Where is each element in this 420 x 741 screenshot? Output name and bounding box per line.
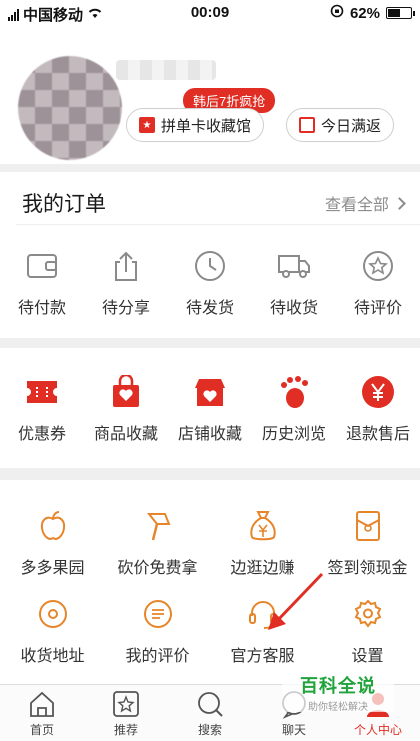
nav-search[interactable]: 搜索	[168, 685, 252, 741]
nav-label: 聊天	[281, 723, 306, 737]
share-icon	[108, 248, 144, 284]
collection-pill-button[interactable]: ★ 拼单卡收藏馆	[126, 108, 265, 142]
service-label: 收货地址	[20, 648, 85, 665]
chevron-right-icon	[393, 196, 406, 210]
order-pending-review[interactable]: 待评价	[336, 248, 420, 318]
daily-rebate-pill-button[interactable]: 今日满返	[286, 108, 395, 142]
shortcut-refund-aftersales[interactable]: 退款售后	[336, 374, 420, 444]
nav-label: 搜索	[197, 723, 222, 737]
service-label: 多多果园	[20, 560, 85, 577]
shortcut-product-favorites[interactable]: 商品收藏	[84, 374, 168, 444]
nav-recommend[interactable]: 推荐	[84, 685, 168, 741]
order-status-label: 待发货	[185, 300, 234, 317]
gear-icon	[350, 596, 386, 632]
orders-card: 我的订单 查看全部 待付款 待分享 待发货 待收货 待评价	[0, 172, 420, 338]
wallet-icon	[24, 248, 60, 284]
red-envelope-icon	[350, 508, 386, 544]
footprint-icon	[276, 374, 312, 410]
home-icon	[30, 691, 54, 717]
watermark: 百科全说 助你轻松解决	[282, 672, 394, 713]
orders-grid: 待付款 待分享 待发货 待收货 待评价	[0, 248, 420, 318]
yen-icon	[360, 374, 396, 410]
nav-home[interactable]: 首页	[0, 685, 84, 741]
location-icon	[35, 596, 71, 632]
daily-rebate-pill-label: 今日满返	[321, 117, 382, 135]
collection-pill-label: 拼单卡收藏馆	[161, 117, 252, 135]
services-row-1: 多多果园 砍价免费拿 边逛边赚 签到领现金	[0, 508, 420, 578]
star-tag-icon	[113, 691, 139, 717]
status-right: 62%	[330, 4, 415, 22]
annotation-arrow-icon	[268, 572, 324, 630]
avatar[interactable]	[18, 56, 122, 160]
watermark-main: 百科全说	[300, 675, 376, 696]
service-label: 我的评价	[125, 648, 190, 665]
service-label: 设置	[351, 648, 384, 665]
shortcut-label: 商品收藏	[93, 426, 158, 443]
nav-label: 首页	[29, 723, 54, 737]
service-orchard[interactable]: 多多果园	[0, 508, 105, 578]
nav-label: 推荐	[113, 723, 138, 737]
services-row-2: 收货地址 我的评价 官方客服 设置	[0, 596, 420, 666]
truck-icon	[276, 248, 312, 284]
order-status-label: 待付款	[17, 300, 66, 317]
battery-percent: 62%	[349, 4, 380, 22]
review-icon	[360, 248, 396, 284]
view-all-orders-link[interactable]: 查看全部	[324, 191, 406, 215]
apple-icon	[35, 508, 71, 544]
order-pending-payment[interactable]: 待付款	[0, 248, 84, 318]
service-label: 官方客服	[230, 648, 295, 665]
coupon-icon	[24, 374, 60, 410]
shortcut-label: 店铺收藏	[177, 426, 242, 443]
battery-fill	[388, 9, 401, 17]
divider	[16, 224, 420, 225]
service-label: 签到领现金	[327, 560, 408, 577]
clock-icon	[192, 248, 228, 284]
view-all-label: 查看全部	[324, 197, 389, 214]
shortcut-browse-history[interactable]: 历史浏览	[252, 374, 336, 444]
order-pending-shipment[interactable]: 待发货	[168, 248, 252, 318]
order-status-label: 待收货	[269, 300, 318, 317]
shortcut-store-favorites[interactable]: 店铺收藏	[168, 374, 252, 444]
store-heart-icon	[192, 374, 228, 410]
battery-icon	[386, 7, 415, 19]
service-bargain[interactable]: 砍价免费拿	[105, 508, 210, 578]
service-shipping-address[interactable]: 收货地址	[0, 596, 105, 666]
axe-icon	[140, 508, 176, 544]
shortcut-coupons[interactable]: 优惠券	[0, 374, 84, 444]
comment-icon	[140, 596, 176, 632]
service-label: 砍价免费拿	[117, 560, 198, 577]
shortcuts-grid: 优惠券 商品收藏 店铺收藏 历史浏览 退款售后	[0, 374, 420, 444]
service-checkin-cash[interactable]: 签到领现金	[315, 508, 420, 578]
order-pending-share[interactable]: 待分享	[84, 248, 168, 318]
shortcut-label: 退款售后	[345, 426, 410, 443]
bag-heart-icon	[108, 374, 144, 410]
service-browse-earn[interactable]: 边逛边赚	[210, 508, 315, 578]
shortcuts-card: 优惠券 商品收藏 店铺收藏 历史浏览 退款售后	[0, 348, 420, 468]
username-blurred	[116, 60, 216, 80]
shortcut-label: 历史浏览	[261, 426, 326, 443]
service-settings[interactable]: 设置	[315, 596, 420, 666]
order-status-label: 待分享	[101, 300, 150, 317]
gift-icon	[299, 117, 315, 133]
shortcut-label: 优惠券	[17, 426, 66, 443]
nav-label: 个人中心	[353, 723, 402, 737]
profile-header: 韩后7折疯抢 ★ 拼单卡收藏馆 今日满返	[0, 26, 420, 164]
service-my-reviews[interactable]: 我的评价	[105, 596, 210, 666]
orders-title: 我的订单	[22, 193, 106, 216]
status-bar: 中国移动 00:09 62%	[0, 0, 420, 26]
order-status-label: 待评价	[353, 300, 402, 317]
search-icon	[198, 692, 223, 717]
order-pending-receipt[interactable]: 待收货	[252, 248, 336, 318]
card-icon: ★	[139, 117, 155, 133]
services-card: 多多果园 砍价免费拿 边逛边赚 签到领现金 收货地址 我的评价 官方客服 设置	[0, 480, 420, 684]
rotation-lock-icon	[330, 4, 344, 22]
watermark-sub: 助你轻松解决	[308, 701, 368, 713]
money-bag-icon	[245, 508, 281, 544]
